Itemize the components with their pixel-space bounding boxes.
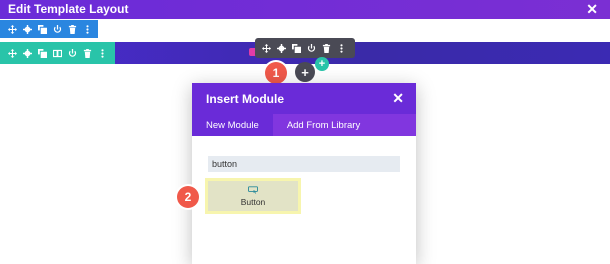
trash-icon[interactable] (80, 46, 95, 60)
trash-icon[interactable] (65, 22, 80, 36)
tab-new-module[interactable]: New Module (192, 114, 273, 136)
step-badge-1: 1 (265, 62, 287, 84)
gear-icon[interactable] (274, 41, 289, 55)
module-toolbar (255, 38, 355, 58)
duplicate-icon[interactable] (35, 22, 50, 36)
module-card-button[interactable]: Button (205, 178, 301, 214)
title-bar: Edit Template Layout ✕ (0, 0, 610, 19)
window-title: Edit Template Layout (8, 2, 129, 16)
gear-icon[interactable] (20, 22, 35, 36)
add-module-button[interactable]: + (295, 62, 315, 82)
move-icon[interactable] (5, 46, 20, 60)
tab-add-from-library[interactable]: Add From Library (273, 114, 374, 136)
more-icon[interactable] (80, 22, 95, 36)
modal-tabs: New Module Add From Library (192, 114, 416, 136)
columns-icon[interactable] (50, 46, 65, 60)
module-search-input[interactable] (208, 156, 400, 172)
duplicate-icon[interactable] (35, 46, 50, 60)
duplicate-icon[interactable] (289, 41, 304, 55)
modal-title: Insert Module (206, 92, 285, 106)
gear-icon[interactable] (20, 46, 35, 60)
builder-canvas: Edit Template Layout ✕ re + + 1 (0, 0, 610, 264)
more-icon[interactable] (95, 46, 110, 60)
close-icon[interactable]: ✕ (392, 90, 404, 107)
power-icon[interactable] (50, 22, 65, 36)
power-icon[interactable] (304, 41, 319, 55)
close-icon[interactable]: ✕ (586, 1, 598, 18)
module-card-label: Button (240, 196, 266, 207)
modal-body: Button (192, 136, 416, 264)
step-badge-2: 2 (177, 186, 199, 208)
more-icon[interactable] (334, 41, 349, 55)
section-toolbar (0, 20, 98, 38)
power-icon[interactable] (65, 46, 80, 60)
button-icon (248, 185, 258, 194)
add-row-button[interactable]: + (315, 57, 329, 71)
move-icon[interactable] (5, 22, 20, 36)
modal-header: Insert Module ✕ (192, 83, 416, 114)
trash-icon[interactable] (319, 41, 334, 55)
insert-module-modal: Insert Module ✕ New Module Add From Libr… (192, 83, 416, 264)
row-toolbar (0, 42, 115, 64)
move-icon[interactable] (259, 41, 274, 55)
